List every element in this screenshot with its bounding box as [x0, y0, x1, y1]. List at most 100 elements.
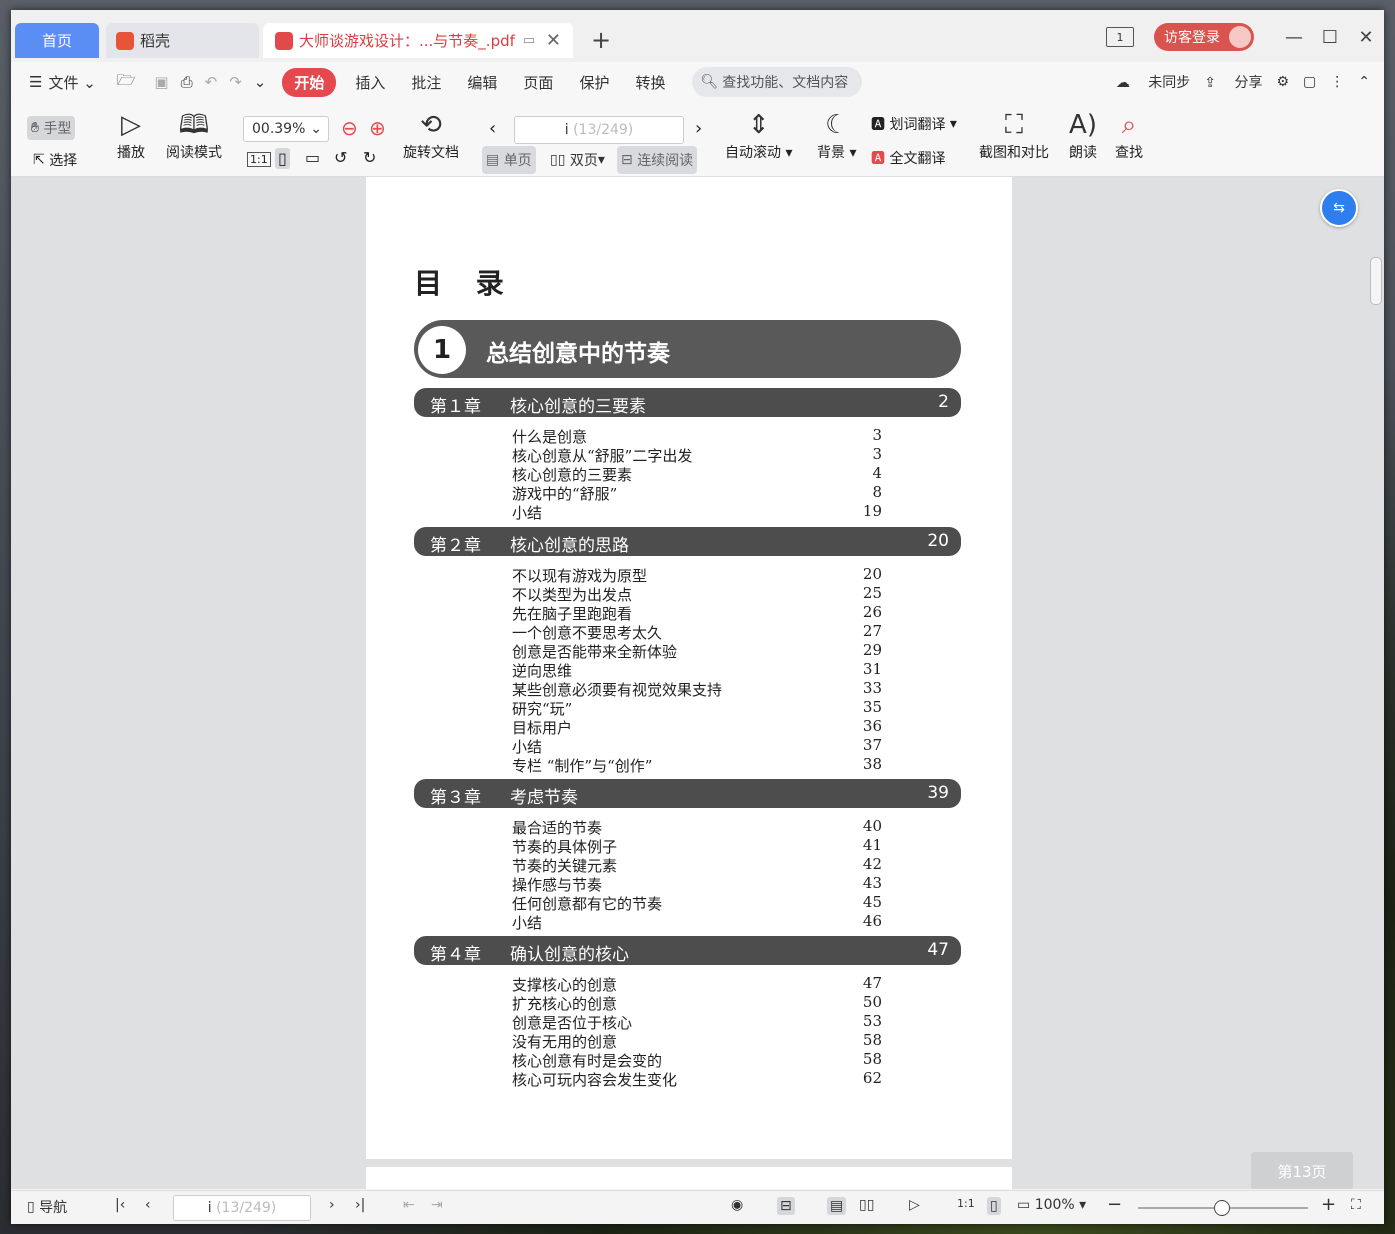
- zoom-slider-knob[interactable]: [1214, 1200, 1230, 1216]
- zoom-out-status-icon[interactable]: −: [1107, 1194, 1122, 1215]
- rotate-right-icon[interactable]: ↻: [363, 148, 376, 167]
- toc-entry[interactable]: 先在脑子里跑跑看 26: [512, 603, 882, 623]
- tab-document[interactable]: 大师谈游戏设计：...与节奏_.pdf ▭ ✕: [263, 23, 573, 58]
- vertical-scrollbar[interactable]: [1368, 177, 1382, 1189]
- toc-entry[interactable]: 小结 37: [512, 736, 882, 756]
- nav-button[interactable]: ▯ 导航: [27, 1197, 67, 1217]
- menu-insert[interactable]: 插入: [355, 72, 385, 93]
- undo-icon[interactable]: ↶: [205, 73, 218, 91]
- toc-entry[interactable]: 目标用户 36: [512, 717, 882, 737]
- menu-annotate[interactable]: 批注: [411, 72, 441, 93]
- play-button[interactable]: ▷ 播放: [117, 108, 145, 162]
- toc-entry[interactable]: 不以现有游戏为原型 20: [512, 565, 882, 585]
- close-window-icon[interactable]: ✕: [1348, 27, 1384, 48]
- menu-page[interactable]: 页面: [523, 72, 553, 93]
- toc-entry[interactable]: 逆向思维 31: [512, 660, 882, 680]
- toc-entry[interactable]: 核心创意有时是会变的 58: [512, 1050, 882, 1070]
- fit-page-icon[interactable]: ▯: [275, 148, 290, 169]
- toc-entry[interactable]: 不以类型为出发点 25: [512, 584, 882, 604]
- more-icon[interactable]: ⋮: [1330, 74, 1344, 90]
- toc-entry[interactable]: 某些创意必须要有视觉效果支持 33: [512, 679, 882, 699]
- prev-page-status-icon[interactable]: ‹: [145, 1197, 151, 1213]
- toc-entry[interactable]: 游戏中的“舒服” 8: [512, 483, 882, 503]
- zoom-in-status-icon[interactable]: +: [1321, 1194, 1336, 1215]
- close-tab-icon[interactable]: ✕: [546, 30, 561, 51]
- rotate-document-button[interactable]: ⟲ 旋转文档: [403, 108, 459, 162]
- tab-home[interactable]: 首页: [15, 23, 99, 58]
- next-page-icon[interactable]: ›: [695, 118, 702, 139]
- menu-start[interactable]: 开始: [282, 67, 337, 97]
- eye-icon[interactable]: ◉: [731, 1197, 743, 1213]
- continuous-read-button[interactable]: ⊟ 连续阅读: [617, 146, 698, 174]
- back-view-icon[interactable]: ⇤: [403, 1197, 415, 1213]
- page-number-input[interactable]: i (13/249): [514, 116, 684, 144]
- toc-entry[interactable]: 扩充核心的创意 50: [512, 993, 882, 1013]
- toc-entry[interactable]: 最合适的节奏 40: [512, 817, 882, 837]
- search-input[interactable]: 🔍︎ 查找功能、文档内容: [692, 67, 863, 97]
- fullscreen-icon[interactable]: ⛶: [1351, 1197, 1361, 1213]
- menu-edit[interactable]: 编辑: [467, 72, 497, 93]
- toc-entry[interactable]: 没有无用的创意 58: [512, 1031, 882, 1051]
- toc-entry[interactable]: 创意是否位于核心 53: [512, 1012, 882, 1032]
- zoom-slider[interactable]: [1138, 1200, 1308, 1216]
- read-mode-button[interactable]: 🕮 阅读模式: [166, 108, 222, 162]
- toc-entry[interactable]: 操作感与节奏 43: [512, 874, 882, 894]
- menu-file[interactable]: 文件 ⌄: [48, 72, 95, 93]
- rotate-left-icon[interactable]: ↺: [334, 148, 347, 167]
- last-page-icon[interactable]: ›|: [355, 1197, 365, 1213]
- toc-entry[interactable]: 专栏 “制作”与“创作” 38: [512, 755, 882, 775]
- comment-icon[interactable]: ▢: [1303, 74, 1316, 90]
- status-page-input[interactable]: i (13/249): [173, 1195, 311, 1221]
- menu-convert[interactable]: 转换: [635, 72, 665, 93]
- zoom-in-icon[interactable]: ⊕: [369, 116, 386, 140]
- toc-entry[interactable]: 节奏的具体例子 41: [512, 836, 882, 856]
- find-button[interactable]: ⌕ 查找: [1115, 108, 1143, 162]
- actual-size-status-icon[interactable]: 1:1: [957, 1197, 975, 1210]
- share-button[interactable]: ⇪ 分享: [1204, 72, 1262, 92]
- sync-button[interactable]: ☁ 未同步: [1116, 72, 1190, 92]
- toc-entry[interactable]: 创意是否能带来全新体验 29: [512, 641, 882, 661]
- double-page-button[interactable]: ▯▯ 双页 ▾: [546, 146, 609, 174]
- double-page-status-icon[interactable]: ▯▯: [859, 1197, 874, 1213]
- toc-entry[interactable]: 小结 46: [512, 912, 882, 932]
- open-icon[interactable]: 🗁: [117, 70, 136, 95]
- menu-protect[interactable]: 保护: [579, 72, 609, 93]
- monitor-icon[interactable]: ▭: [523, 33, 535, 48]
- hand-tool-button[interactable]: ✋︎ 手型: [27, 116, 76, 140]
- single-page-button[interactable]: ▤ 单页: [482, 146, 536, 174]
- select-tool-button[interactable]: ⇱ 选择: [33, 150, 77, 170]
- screenshot-compare-button[interactable]: ⛶ 截图和对比: [979, 108, 1049, 162]
- toc-entry[interactable]: 支撑核心的创意 47: [512, 974, 882, 994]
- toc-entry[interactable]: 节奏的关键元素 42: [512, 855, 882, 875]
- fit-page-status-icon[interactable]: ▯: [987, 1197, 1001, 1215]
- next-page-status-icon[interactable]: ›: [329, 1197, 335, 1213]
- background-button[interactable]: ☾ 背景 ▾: [817, 108, 856, 162]
- toc-entry[interactable]: 核心创意从“舒服”二字出发 3: [512, 445, 882, 465]
- first-page-icon[interactable]: |‹: [115, 1197, 125, 1213]
- forward-view-icon[interactable]: ⇥: [431, 1197, 443, 1213]
- hamburger-icon[interactable]: ☰: [29, 73, 42, 91]
- toc-entry[interactable]: 研究“玩” 35: [512, 698, 882, 718]
- minimize-icon[interactable]: —: [1276, 27, 1312, 48]
- word-translate-button[interactable]: 🅰 划词翻译 ▾: [871, 114, 957, 134]
- settings-icon[interactable]: ⚙: [1276, 74, 1289, 90]
- window-count-icon[interactable]: 1: [1106, 27, 1134, 47]
- full-translate-button[interactable]: 🅰 全文翻译: [871, 148, 945, 168]
- collapse-ribbon-icon[interactable]: ⌃: [1358, 74, 1370, 90]
- play-status-icon[interactable]: ▷: [909, 1197, 920, 1213]
- scrollbar-thumb[interactable]: [1370, 257, 1382, 305]
- read-aloud-button[interactable]: A︎) 朗读: [1069, 108, 1097, 162]
- document-canvas[interactable]: 目 录 1 总结创意中的节奏 第１章 核心创意的三要素 2 什么是创意 3 核心创意从“舒…: [11, 177, 1384, 1189]
- maximize-icon[interactable]: ☐: [1312, 27, 1348, 48]
- toc-entry[interactable]: 核心可玩内容会发生变化 62: [512, 1069, 882, 1089]
- toc-entry[interactable]: 什么是创意 3: [512, 426, 882, 446]
- prev-page-icon[interactable]: ‹: [489, 118, 496, 139]
- toc-entry[interactable]: 核心创意的三要素 4: [512, 464, 882, 484]
- login-button[interactable]: 访客登录: [1154, 23, 1254, 51]
- single-page-status-icon[interactable]: ▤: [827, 1197, 847, 1215]
- toc-entry[interactable]: 小结 19: [512, 502, 882, 522]
- floating-translate-button[interactable]: ⇆: [1320, 189, 1358, 227]
- auto-scroll-button[interactable]: ⇕ 自动滚动 ▾: [725, 108, 792, 162]
- quick-access-dropdown-icon[interactable]: ⌄: [254, 73, 267, 91]
- toc-entry[interactable]: 一个创意不要思考太久 27: [512, 622, 882, 642]
